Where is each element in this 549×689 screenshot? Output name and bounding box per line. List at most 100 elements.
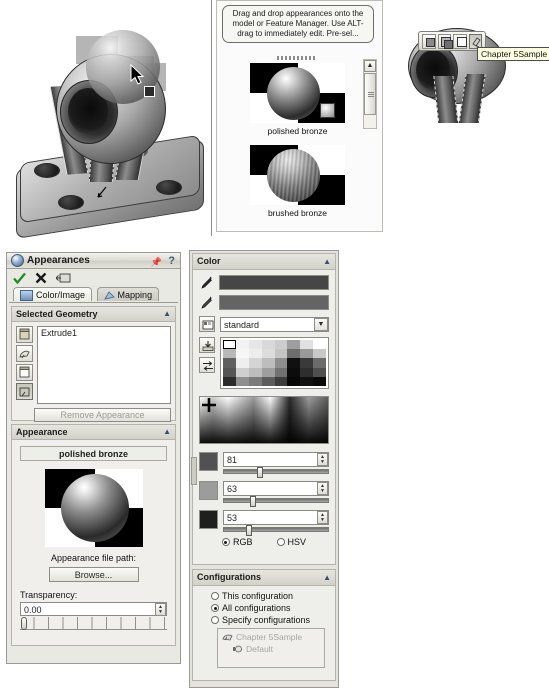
configurations-tree[interactable]: Chapter 5Sample Default [217, 628, 325, 668]
transparency-value-field[interactable]: 0.00 [20, 602, 167, 616]
color-swatch[interactable] [313, 358, 326, 368]
scrollbar-thumb[interactable] [364, 73, 376, 115]
collapse-chevron-icon[interactable]: ▲ [163, 307, 171, 321]
specify-configurations-radio-dot[interactable] [211, 616, 219, 624]
channel-r-spinner[interactable]: ▲ ▼ [317, 453, 328, 466]
channel-b-slider-thumb[interactable] [245, 525, 252, 536]
collapse-chevron-icon[interactable]: ▲ [323, 254, 331, 269]
color-channel-g[interactable]: 63 ▲ ▼ [199, 481, 329, 507]
palette-select-dropdown-arrow[interactable]: ▼ [314, 317, 328, 331]
appearance-name-field[interactable]: polished bronze [20, 446, 167, 461]
channel-g-value[interactable]: 63 [223, 481, 329, 496]
color-swatch[interactable] [223, 367, 236, 377]
help-icon[interactable]: ? [168, 253, 175, 269]
color-swatch[interactable] [287, 340, 301, 350]
hsv-radio[interactable]: HSV [276, 537, 306, 547]
color-swatch[interactable] [223, 376, 236, 386]
shaded-button[interactable] [422, 33, 436, 49]
pin-icon[interactable]: 📌 [151, 254, 162, 270]
select-features-filter-button[interactable] [16, 364, 33, 381]
browse-button[interactable]: Browse... [48, 567, 139, 582]
color-gradient-picker[interactable] [199, 396, 329, 444]
channel-g-slider[interactable] [223, 496, 329, 507]
color-swatch[interactable] [313, 340, 326, 350]
cancel-button[interactable] [35, 272, 47, 284]
color-swatch[interactable] [300, 376, 314, 386]
palette-select[interactable]: standard [220, 316, 329, 332]
secondary-color-swatch[interactable] [219, 295, 329, 310]
appearances-panel[interactable]: Appearances 📌 ? Color/Image Mapping Sele… [6, 252, 181, 664]
select-faces-filter-button[interactable] [16, 326, 33, 343]
appearance-thumbnail[interactable] [250, 145, 345, 205]
color-swatch[interactable] [235, 358, 249, 368]
color-swatch[interactable] [235, 340, 249, 350]
shaded-with-edges-button[interactable] [437, 33, 453, 49]
channel-g-slider-thumb[interactable] [250, 496, 256, 507]
rgb-radio[interactable]: RGB [221, 537, 253, 547]
this-configuration-radio[interactable]: This configuration [211, 591, 329, 601]
ok-button[interactable] [13, 272, 26, 285]
selected-geometry-item[interactable]: Extrude1 [41, 328, 167, 338]
color-swatch[interactable] [313, 367, 326, 377]
panel-grip-handle[interactable] [277, 56, 317, 60]
color-swatch[interactable] [223, 358, 236, 368]
hsv-radio-dot[interactable] [276, 538, 285, 546]
selected-geometry-list[interactable]: Extrude1 [37, 326, 171, 404]
color-palette-button[interactable] [199, 316, 215, 332]
color-swatch[interactable] [287, 367, 301, 377]
color-swatch[interactable] [248, 358, 262, 368]
color-swatch[interactable] [235, 376, 249, 386]
selected-geometry-header[interactable]: Selected Geometry ▲ [12, 307, 175, 322]
transparency-spinner[interactable]: ▲ ▼ [155, 603, 166, 616]
this-configuration-radio-dot[interactable] [211, 592, 219, 600]
color-swatch[interactable] [261, 367, 275, 377]
color-configurations-panel[interactable]: Color ▲ standard ▼ 81 ▲ ▼ 63 ▲ ▼ 53 ▲ ▼ … [189, 250, 339, 688]
transparency-slider[interactable] [20, 617, 167, 630]
color-swatch[interactable] [223, 340, 236, 350]
color-channel-b[interactable]: 53 ▲ ▼ [199, 510, 329, 536]
color-swatch-grid[interactable] [220, 337, 329, 389]
color-swatch[interactable] [300, 349, 314, 359]
appearance-large-preview[interactable] [44, 469, 143, 547]
color-swatch[interactable] [248, 367, 262, 377]
color-swatch[interactable] [300, 340, 314, 350]
channel-r-slider[interactable] [223, 467, 329, 478]
save-swatch-button[interactable] [199, 337, 215, 353]
tab-mapping[interactable]: Mapping [96, 287, 160, 301]
color-swatch[interactable] [235, 349, 249, 359]
model-viewport-main[interactable] [8, 8, 208, 239]
appearance-browser-scrollbar[interactable]: ▲ [363, 59, 377, 129]
eyedropper-icon[interactable] [199, 295, 214, 310]
color-swatch[interactable] [274, 358, 288, 368]
color-swatch[interactable] [248, 349, 262, 359]
channel-b-slider[interactable] [223, 525, 329, 536]
scroll-up-button[interactable]: ▲ [364, 60, 376, 72]
color-swatch[interactable] [274, 340, 288, 350]
keep-visible-button[interactable] [56, 272, 71, 284]
color-swatch[interactable] [248, 376, 262, 386]
select-bodies-filter-button[interactable] [16, 345, 33, 362]
color-swatch[interactable] [274, 376, 288, 386]
collapse-chevron-icon[interactable]: ▲ [323, 570, 331, 585]
swap-colors-button[interactable] [199, 357, 215, 373]
rgb-radio-dot[interactable] [221, 538, 230, 546]
eyedropper-icon[interactable] [199, 275, 214, 290]
tab-color-image[interactable]: Color/Image [13, 287, 93, 302]
transparency-slider-thumb[interactable] [21, 617, 27, 630]
appearance-browser-panel[interactable]: Drag and drop appearances onto the model… [216, 0, 383, 232]
color-swatch[interactable] [261, 349, 275, 359]
channel-r-slider-thumb[interactable] [257, 467, 264, 478]
color-header[interactable]: Color ▲ [193, 254, 335, 270]
channel-r-value[interactable]: 81 [223, 452, 329, 467]
select-part-filter-button[interactable] [16, 383, 33, 400]
color-channel-rgb[interactable]: 81 ▲ ▼ [199, 452, 329, 478]
primary-color-swatch[interactable] [219, 275, 329, 290]
color-swatch[interactable] [223, 349, 236, 359]
appearance-header[interactable]: Appearance ▲ [12, 425, 175, 440]
color-swatch[interactable] [287, 358, 301, 368]
configurations-header[interactable]: Configurations ▲ [193, 570, 335, 586]
channel-g-spinner[interactable]: ▲ ▼ [317, 482, 328, 495]
color-swatch[interactable] [261, 340, 275, 350]
color-swatch[interactable] [313, 376, 326, 386]
color-swatch[interactable] [300, 358, 314, 368]
